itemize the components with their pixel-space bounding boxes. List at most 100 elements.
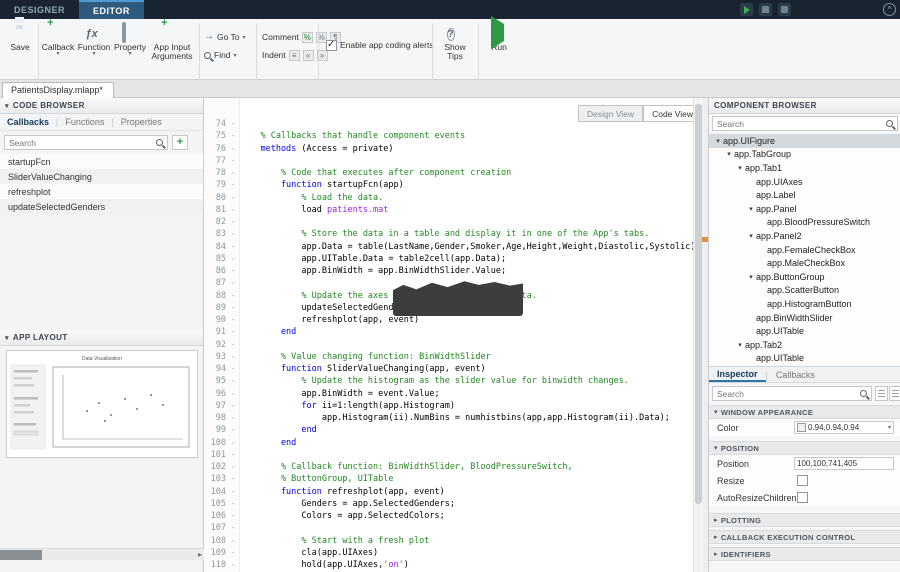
tree-node[interactable]: app.HistogramButton [709,297,900,311]
tree-node[interactable]: app.MaleCheckBox [709,256,900,270]
fold-marker[interactable]: - [226,522,240,534]
code-line[interactable]: 96- app.BinWidth = event.Value; [204,388,693,400]
expand-arrow-icon[interactable]: ▾ [713,137,723,145]
expand-arrow-icon[interactable]: ▾ [746,273,756,281]
tree-node[interactable]: app.FemaleCheckBox [709,243,900,257]
autoresizechildren-checkbox[interactable] [797,492,808,503]
fold-marker[interactable]: - [226,486,240,498]
quick-run-icon[interactable] [740,3,753,16]
code-line[interactable]: 82- [204,216,693,228]
position-value-field[interactable]: 100,100,741,405 [794,457,894,470]
code-line[interactable]: 80- % Load the data. [204,192,693,204]
collapse-arrow-icon[interactable]: ▸ [714,516,718,524]
code-editor[interactable]: 74-75- % Callbacks that handle component… [204,98,703,572]
code-line[interactable]: 109- cla(app.UIAxes) [204,547,693,559]
fold-marker[interactable]: - [226,535,240,547]
code-line[interactable]: 99- end [204,424,693,436]
code-line[interactable]: 110- hold(app.UIAxes,'on') [204,559,693,571]
fold-marker[interactable]: - [226,559,240,571]
add-callback-button[interactable]: + [172,135,188,150]
design-view-button[interactable]: Design View [578,105,643,122]
collapse-arrow-icon[interactable]: ▾ [5,102,9,110]
expand-arrow-icon[interactable]: ▾ [746,205,756,213]
fold-marker[interactable]: - [226,363,240,375]
code-browser-header[interactable]: ▾ CODE BROWSER [0,98,203,114]
enable-alerts-checkbox[interactable] [326,40,337,51]
code-line[interactable]: 78- % Code that executes after component… [204,167,693,179]
fold-marker[interactable]: - [226,326,240,338]
callback-list-item[interactable]: refreshplot [0,184,203,199]
code-line[interactable]: 106- Colors = app.SelectedColors; [204,510,693,522]
component-browser-search[interactable] [712,116,898,131]
code-line[interactable]: 92- [204,339,693,351]
callback-button[interactable]: Callback▾ [41,22,75,70]
fold-marker[interactable]: - [226,290,240,302]
code-browser-search[interactable] [4,135,168,150]
comment-icon[interactable]: % [302,32,313,43]
expand-arrow-icon[interactable]: ▾ [746,232,756,240]
section-callback-execution-control[interactable]: ▸ CALLBACK EXECUTION CONTROL [709,530,900,544]
go-to-button[interactable]: → Go To ▾ [204,29,246,45]
smart-indent-icon[interactable]: ≡ [289,50,300,61]
code-line[interactable]: 77- [204,155,693,167]
function-button[interactable]: ƒx Function▾ [77,22,111,70]
inspector-group-view-icon[interactable] [889,386,900,401]
collapse-arrow-icon[interactable]: ▾ [714,444,718,452]
section-window-appearance[interactable]: ▾ WINDOW APPEARANCE [709,405,900,419]
fold-marker[interactable]: - [226,437,240,449]
tab-inspector[interactable]: Inspector [709,367,766,382]
fold-marker[interactable]: - [226,473,240,485]
inspector-search-input[interactable] [713,389,860,399]
tree-node[interactable]: app.Label [709,188,900,202]
tree-node[interactable]: ▾app.Panel [709,202,900,216]
quick-access-icon-2[interactable] [778,3,791,16]
tree-node[interactable]: app.ScatterButton [709,284,900,298]
document-tab[interactable]: PatientsDisplay.mlapp* [2,82,114,98]
code-line[interactable]: 102- % Callback function: BinWidthSlider… [204,461,693,473]
fold-marker[interactable]: - [226,265,240,277]
code-line[interactable]: 97- for ii=1:length(app.Histogram) [204,400,693,412]
tree-node[interactable]: app.UITable [709,352,900,366]
left-panel-scrollbar[interactable]: ▸ [0,548,204,560]
scrollbar-thumb[interactable] [695,104,702,504]
section-position[interactable]: ▾ POSITION [709,441,900,455]
tree-node[interactable]: app.UITable [709,324,900,338]
fold-marker[interactable]: - [226,302,240,314]
tree-node[interactable]: ▾app.ButtonGroup [709,270,900,284]
tree-node[interactable]: app.BinWidthSlider [709,311,900,325]
code-line[interactable]: 83- % Store the data in a table and disp… [204,228,693,240]
tree-node[interactable]: ▾app.TabGroup [709,148,900,162]
show-tips-button[interactable]: ? Show Tips [436,22,474,70]
find-button[interactable]: Find ▾ [204,47,237,63]
fold-marker[interactable]: - [226,277,240,289]
tree-node[interactable]: ▾app.Tab2 [709,338,900,352]
expand-arrow-icon[interactable]: ▾ [724,150,734,158]
property-button[interactable]: Property▾ [113,22,147,70]
code-line[interactable]: 94- function SliderValueChanging(app, ev… [204,363,693,375]
fold-marker[interactable]: - [226,339,240,351]
code-line[interactable]: 75- % Callbacks that handle component ev… [204,130,693,142]
collapse-arrow-icon[interactable]: ▸ [714,550,718,558]
fold-marker[interactable]: - [226,192,240,204]
code-line[interactable]: 104- function refreshplot(app, event) [204,486,693,498]
code-line[interactable]: 98- app.Histogram(ii).NumBins = numhistb… [204,412,693,424]
fold-marker[interactable]: - [226,461,240,473]
code-line[interactable]: 105- Genders = app.SelectedGenders; [204,498,693,510]
fold-marker[interactable]: - [226,155,240,167]
fold-marker[interactable]: - [226,241,240,253]
resize-checkbox[interactable] [797,475,808,486]
code-line[interactable]: 81- load patients.mat [204,204,693,216]
quick-access-icon[interactable] [759,3,772,16]
indent-left-icon[interactable]: « [303,50,314,61]
fold-marker[interactable]: - [226,351,240,363]
fold-marker[interactable]: - [226,130,240,142]
code-line[interactable]: 103- % ButtonGroup, UITable [204,473,693,485]
tree-node[interactable]: ▾app.Panel2 [709,229,900,243]
fold-marker[interactable]: - [226,143,240,155]
app-layout-thumbnail[interactable]: Data Visualization [6,350,198,458]
collapse-arrow-icon[interactable]: ▸ [714,533,718,541]
code-line[interactable]: 107- [204,522,693,534]
code-line[interactable]: 95- % Update the histogram as the slider… [204,375,693,387]
scrollbar-thumb[interactable] [0,550,42,560]
fold-marker[interactable]: - [226,314,240,326]
